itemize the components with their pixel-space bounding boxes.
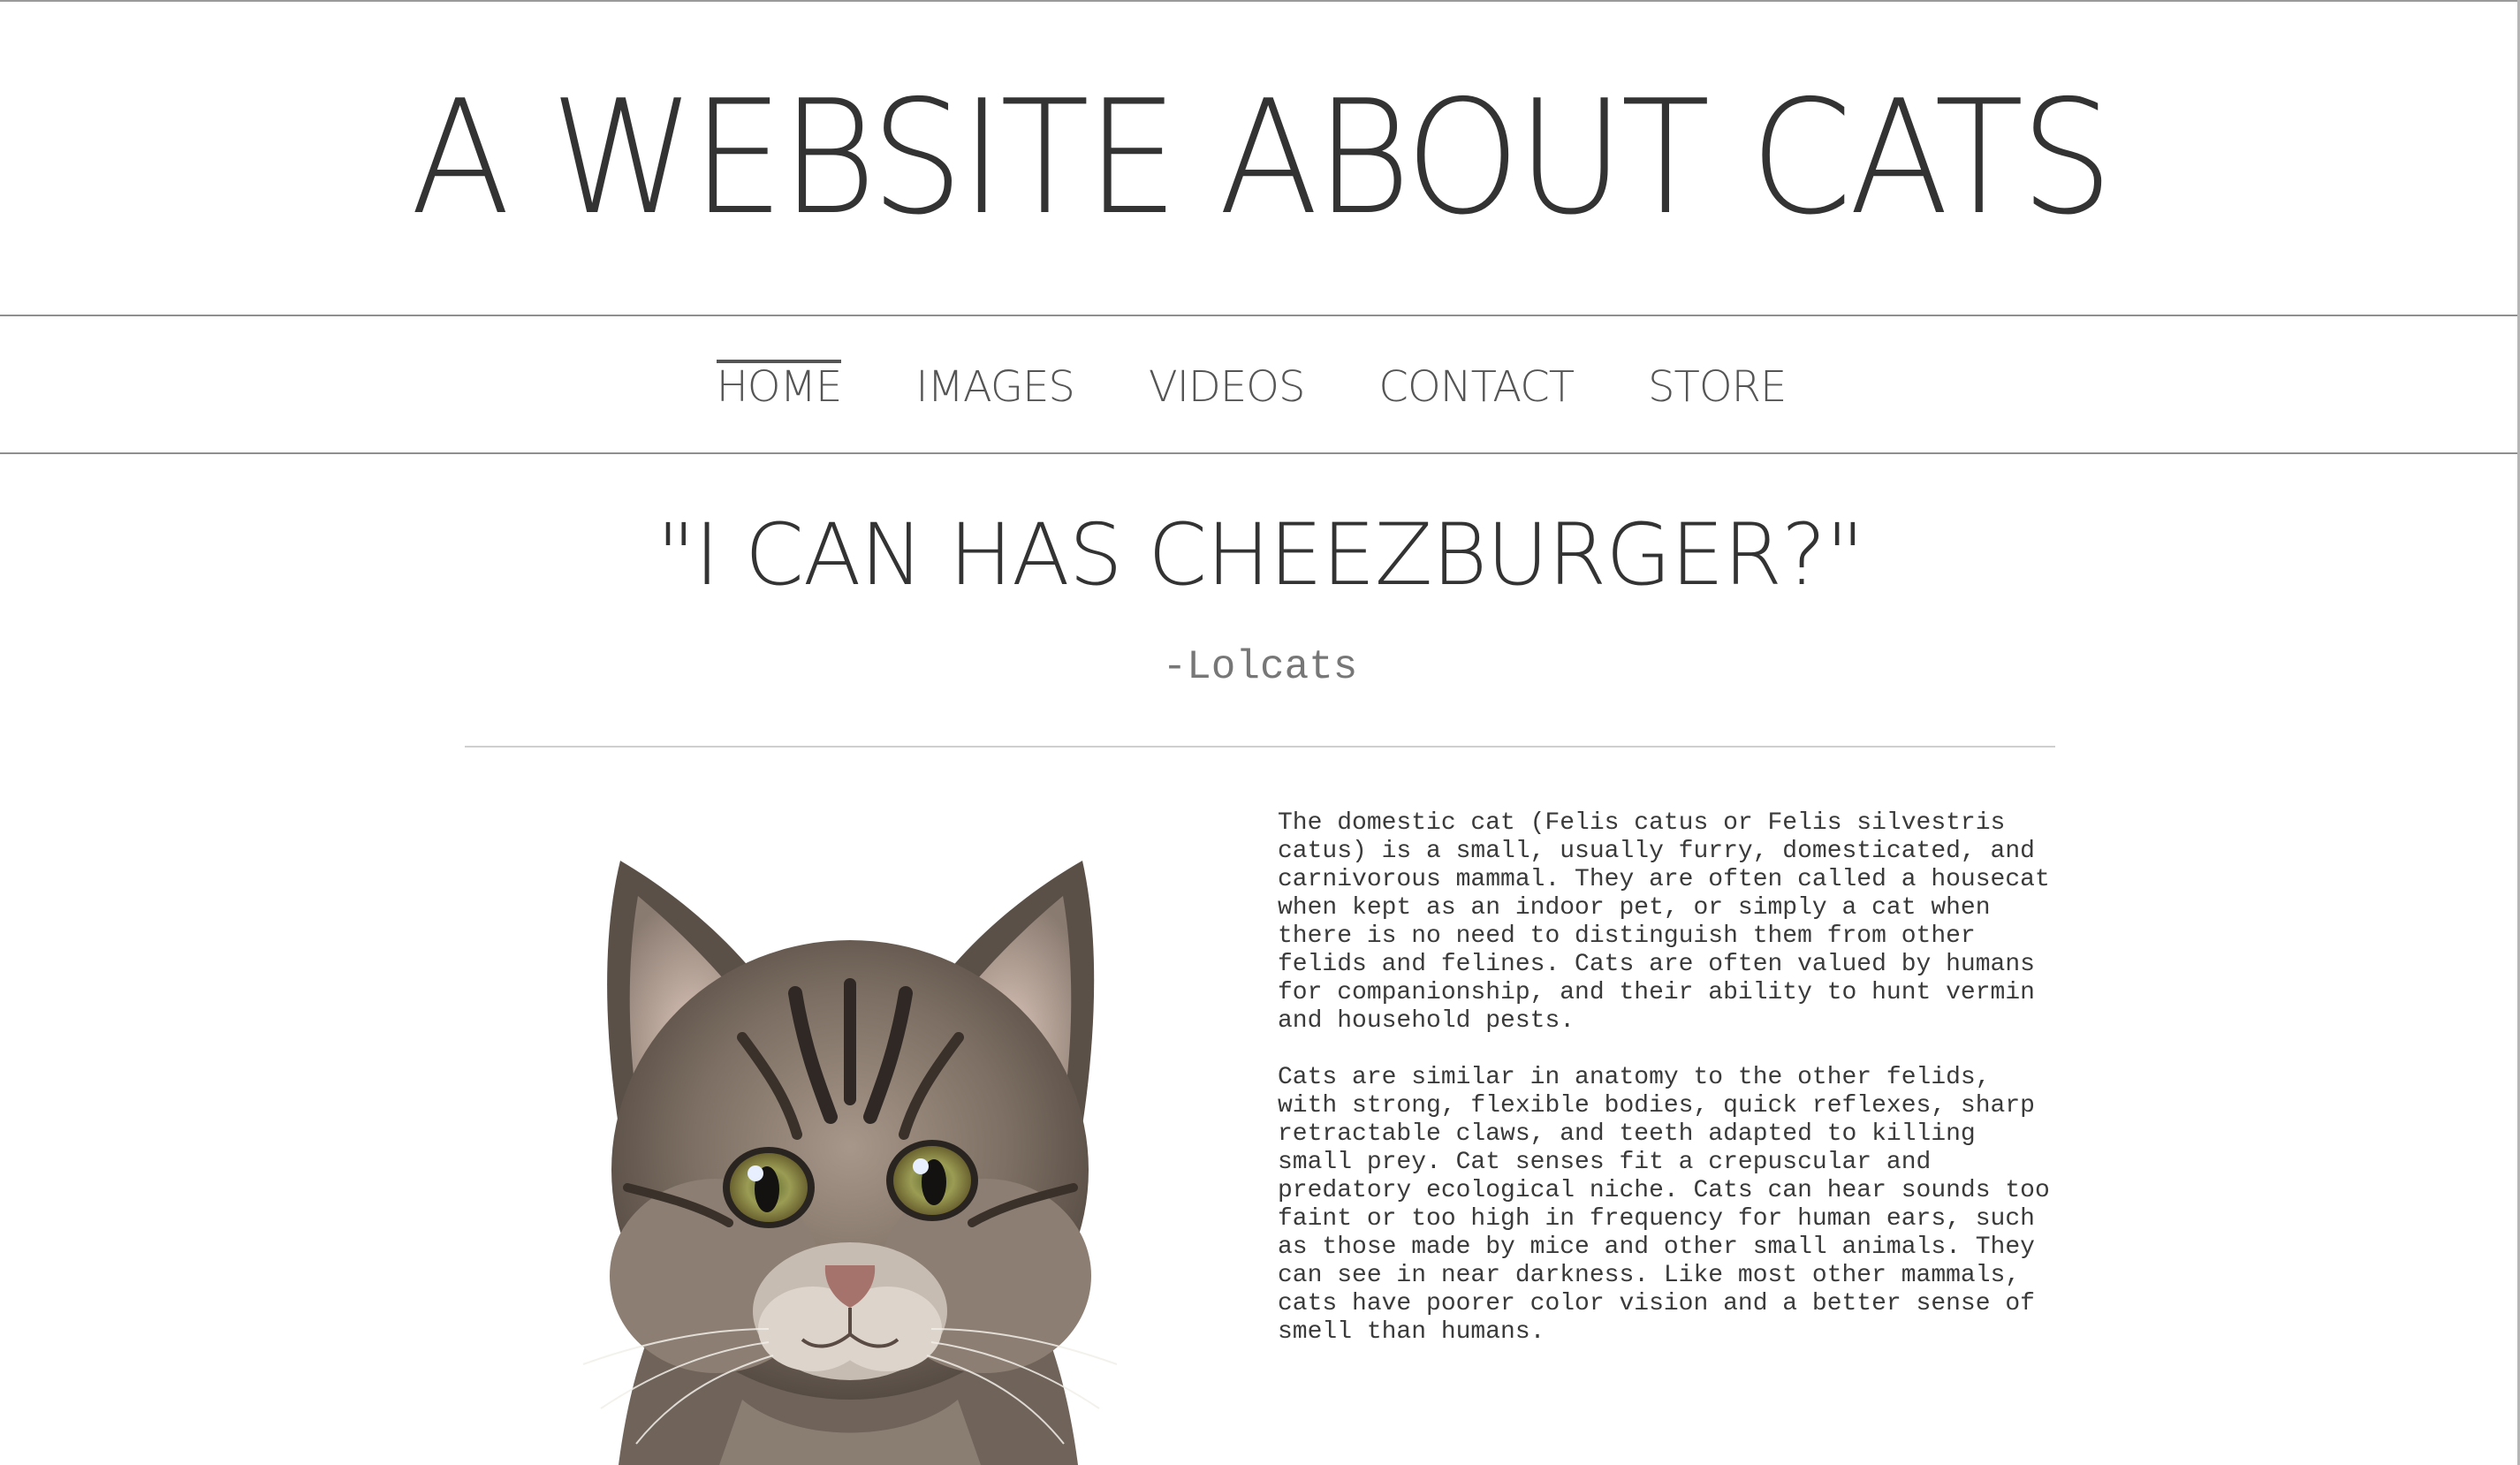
main-content: "I CAN HAS CHEEZBURGER?" -Lolcats The do… bbox=[0, 454, 2520, 1465]
nav-item-store[interactable]: STORE bbox=[1648, 360, 1787, 409]
main-nav: HOME IMAGES VIDEOS CONTACT STORE bbox=[0, 315, 2520, 454]
article-text: The domestic cat (Felis catus or Felis s… bbox=[1278, 809, 2055, 1375]
quote-attribution: -Lolcats bbox=[1162, 644, 1358, 690]
article-paragraph-2: Cats are similar in anatomy to the other… bbox=[1278, 1064, 2050, 1346]
nav-item-home[interactable]: HOME bbox=[716, 359, 842, 409]
site-header: A WEBSITE ABOUT CATS bbox=[0, 2, 2520, 315]
site-title: A WEBSITE ABOUT CATS bbox=[410, 66, 2113, 249]
article-paragraph-1: The domestic cat (Felis catus or Felis s… bbox=[1278, 809, 2050, 1035]
cat-illustration bbox=[582, 861, 1118, 1465]
nav-item-contact[interactable]: CONTACT bbox=[1378, 360, 1575, 409]
nav-item-videos[interactable]: VIDEOS bbox=[1149, 360, 1306, 409]
nav-list: HOME IMAGES VIDEOS CONTACT STORE bbox=[716, 359, 1787, 409]
hero-quote: "I CAN HAS CHEEZBURGER?" bbox=[656, 505, 1864, 604]
section-divider bbox=[465, 746, 2055, 748]
cat-photo bbox=[565, 834, 1131, 1465]
nav-item-images[interactable]: IMAGES bbox=[915, 360, 1075, 409]
